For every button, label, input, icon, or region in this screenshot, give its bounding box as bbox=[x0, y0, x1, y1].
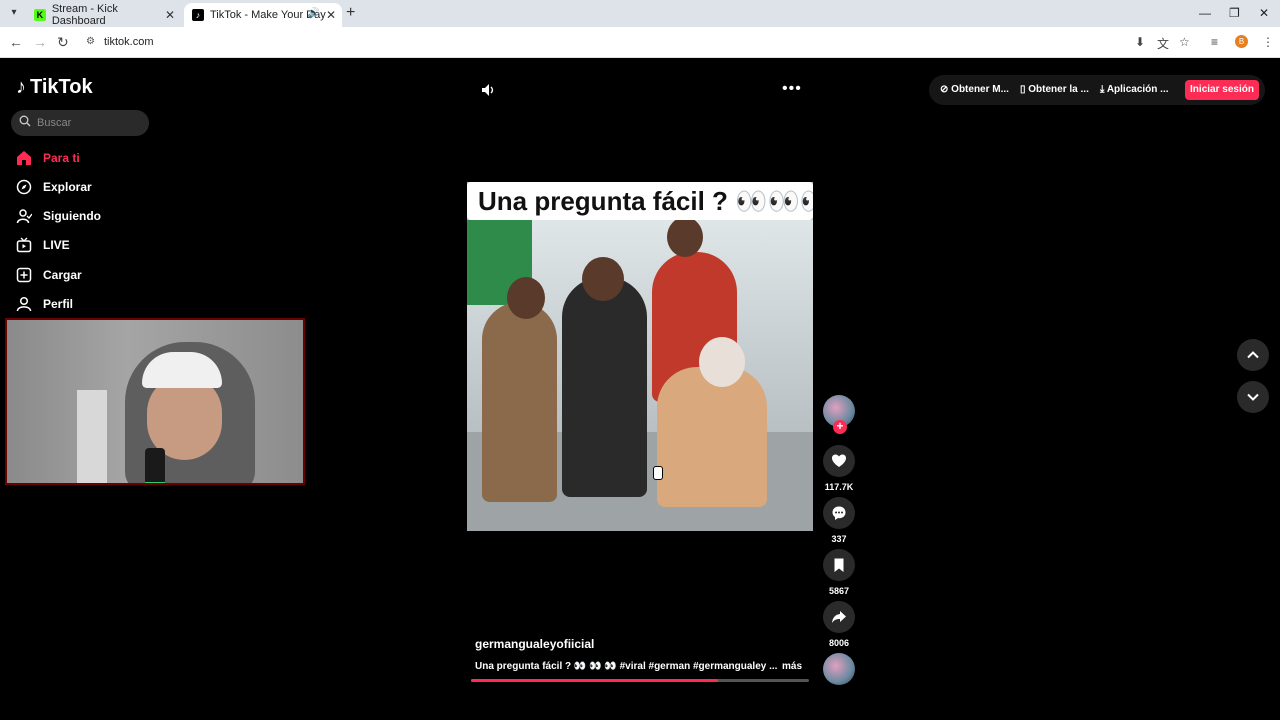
close-tab-icon[interactable]: ✕ bbox=[165, 8, 175, 22]
tab-title: Stream - Kick Dashboard bbox=[51, 3, 118, 27]
translate-icon[interactable]: 文 bbox=[1157, 35, 1169, 52]
sidebar-item-siguiendo[interactable]: Siguiendo bbox=[16, 204, 101, 228]
profile-avatar[interactable]: B bbox=[1235, 35, 1248, 48]
tiktok-favicon-icon: ♪ bbox=[192, 9, 204, 21]
sidebar-item-cargar[interactable]: Cargar bbox=[16, 263, 82, 287]
video-caption-box: Una pregunta fácil ? 👀👀👀 bbox=[467, 182, 813, 220]
header-action-label: Obtener M... bbox=[951, 84, 1009, 95]
video-author[interactable]: germangualeyofiicial bbox=[475, 637, 594, 651]
sidebar-item-label: Siguiendo bbox=[43, 209, 101, 223]
sidebar-item-label: Para ti bbox=[43, 151, 80, 165]
volume-icon[interactable] bbox=[480, 82, 496, 98]
video-person bbox=[562, 277, 647, 497]
webcam-device bbox=[77, 390, 107, 483]
sidebar-item-label: Cargar bbox=[43, 268, 82, 282]
sidebar-item-label: LIVE bbox=[43, 238, 70, 252]
video-person-head bbox=[507, 277, 545, 319]
install-icon[interactable]: ⬇ bbox=[1135, 35, 1145, 49]
video-person-head bbox=[699, 337, 745, 387]
get-coins-button[interactable]: ⊘ Obtener M... bbox=[940, 84, 1009, 95]
search-input[interactable]: Buscar bbox=[11, 110, 149, 136]
site-info-icon[interactable]: ⚙ bbox=[86, 36, 95, 47]
bookmark-icon bbox=[834, 558, 844, 572]
restore-icon[interactable]: ❐ bbox=[1229, 6, 1240, 20]
video-description: Una pregunta fácil ? 👀 👀 👀 #viral #germa… bbox=[475, 661, 778, 672]
sound-avatar[interactable] bbox=[823, 653, 855, 685]
brand-name: TikTok bbox=[30, 76, 93, 98]
sidebar-item-explorar[interactable]: Explorar bbox=[16, 175, 92, 199]
chevron-down-icon bbox=[1247, 393, 1259, 401]
follow-plus-icon[interactable]: + bbox=[833, 420, 847, 434]
upload-icon bbox=[16, 267, 32, 283]
more-options-icon[interactable]: ••• bbox=[782, 80, 802, 98]
browser-tab-kick[interactable]: K Stream - Kick Dashboard ✕ bbox=[26, 3, 181, 27]
previous-video-button[interactable] bbox=[1237, 339, 1269, 371]
address-bar: ← → ↻ ⚙ tiktok.com ⬇ 文 ☆ ≡ ⋮ bbox=[0, 27, 1280, 58]
video-person bbox=[482, 302, 557, 502]
save-button[interactable] bbox=[823, 549, 855, 581]
browser-tab-bar: ▾ K Stream - Kick Dashboard ✕ ♪ TikTok -… bbox=[0, 0, 1280, 27]
browser-tab-tiktok[interactable]: ♪ TikTok - Make Your Day 🔊 ✕ bbox=[184, 3, 342, 27]
compass-icon bbox=[16, 179, 32, 195]
video-progress-fill bbox=[471, 679, 718, 682]
sidebar-item-live[interactable]: LIVE bbox=[16, 233, 70, 257]
save-count: 5867 bbox=[828, 586, 850, 596]
bookmark-star-icon[interactable]: ☆ bbox=[1179, 35, 1190, 49]
share-icon bbox=[832, 611, 846, 623]
kick-favicon-icon: K bbox=[34, 9, 46, 21]
tiktok-logo[interactable]: ♪ TikTok bbox=[16, 76, 93, 99]
media-control-icon[interactable]: ≡ bbox=[1211, 35, 1218, 49]
reload-icon[interactable]: ↻ bbox=[57, 34, 69, 50]
webcam-microphone bbox=[145, 448, 165, 483]
tab-audio-icon[interactable]: 🔊 bbox=[308, 8, 320, 19]
more-description-link[interactable]: más bbox=[782, 661, 802, 672]
new-tab-button[interactable]: + bbox=[346, 5, 355, 21]
chevron-up-icon bbox=[1247, 351, 1259, 359]
heart-icon bbox=[832, 454, 846, 467]
close-tab-icon[interactable]: ✕ bbox=[326, 8, 336, 22]
profile-icon bbox=[16, 296, 32, 312]
live-icon bbox=[16, 237, 32, 253]
sidebar-item-label: Perfil bbox=[43, 297, 74, 311]
share-button[interactable] bbox=[823, 601, 855, 633]
minimize-icon[interactable]: — bbox=[1199, 6, 1211, 20]
search-placeholder: Buscar bbox=[37, 117, 72, 129]
browser-menu-icon[interactable]: ⋮ bbox=[1262, 35, 1274, 49]
header-action-label: Aplicación ... bbox=[1106, 84, 1169, 95]
window-close-icon[interactable]: ✕ bbox=[1259, 6, 1269, 20]
video-person bbox=[657, 367, 767, 507]
next-video-button[interactable] bbox=[1237, 381, 1269, 413]
comment-icon bbox=[832, 506, 846, 520]
login-button[interactable]: Iniciar sesión bbox=[1185, 80, 1259, 100]
share-count: 8006 bbox=[828, 638, 850, 648]
get-app-button[interactable]: ▯ Obtener la ... bbox=[1020, 84, 1089, 95]
tiktok-page: ♪ TikTok Buscar Para ti Explorar Siguien… bbox=[0, 58, 1280, 720]
video-player[interactable]: Una pregunta fácil ? 👀👀👀 bbox=[467, 182, 813, 531]
video-person-head bbox=[582, 257, 624, 301]
tab-search-icon[interactable]: ▾ bbox=[6, 5, 22, 21]
header-action-label: Obtener la ... bbox=[1028, 84, 1089, 95]
home-icon bbox=[16, 150, 32, 166]
like-count: 117.7K bbox=[824, 482, 854, 492]
video-person-head bbox=[667, 217, 703, 257]
desktop-app-button[interactable]: ⤓ Aplicación ... bbox=[1100, 84, 1169, 95]
streamer-webcam-overlay bbox=[5, 318, 305, 485]
comment-button[interactable] bbox=[823, 497, 855, 529]
sidebar-item-para-ti[interactable]: Para ti bbox=[16, 146, 80, 170]
video-progress-bar[interactable] bbox=[471, 679, 809, 682]
like-button[interactable] bbox=[823, 445, 855, 477]
sidebar-item-label: Explorar bbox=[43, 180, 92, 194]
comment-count: 337 bbox=[831, 534, 847, 544]
back-icon[interactable]: ← bbox=[9, 34, 23, 50]
following-icon bbox=[16, 208, 32, 224]
sidebar-item-perfil[interactable]: Perfil bbox=[16, 292, 73, 316]
video-caption: Una pregunta fácil ? 👀👀👀 bbox=[478, 186, 813, 216]
mouse-cursor-icon bbox=[653, 466, 663, 480]
forward-icon[interactable]: → bbox=[33, 34, 47, 50]
url-field[interactable]: tiktok.com bbox=[104, 36, 154, 48]
tiktok-logo-icon: ♪ bbox=[16, 76, 26, 98]
search-icon bbox=[19, 115, 31, 127]
